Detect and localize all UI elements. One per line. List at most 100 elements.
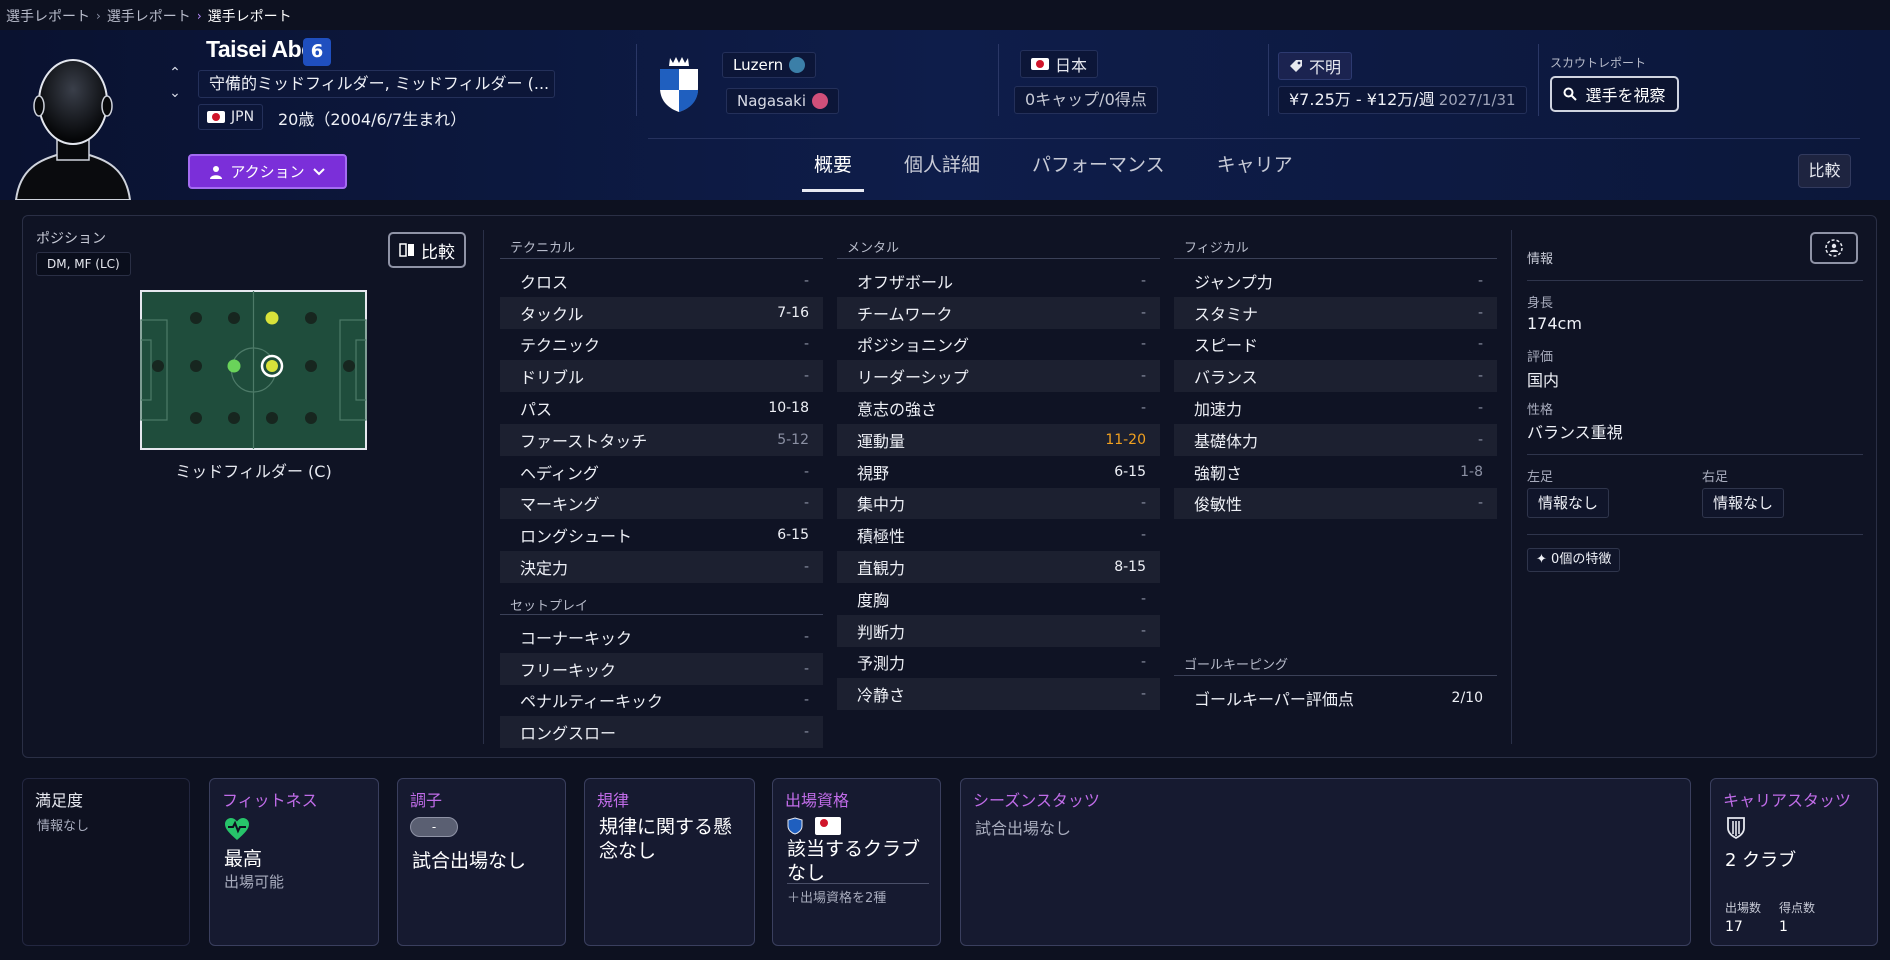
pitch-caption: ミッドフィルダー (C) bbox=[175, 462, 332, 481]
attribute-row[interactable]: フリーキック - bbox=[500, 652, 823, 685]
pitch-slot bbox=[228, 412, 240, 424]
chevron-down-icon[interactable]: ⌄ bbox=[166, 84, 184, 102]
divider bbox=[1538, 44, 1539, 116]
attribute-row[interactable]: 冷静さ - bbox=[837, 678, 1160, 711]
attribute-row[interactable]: ポジショニング - bbox=[837, 329, 1160, 361]
attribute-row[interactable]: リーダーシップ - bbox=[837, 360, 1160, 393]
loan-club-chip[interactable]: Nagasaki bbox=[726, 88, 839, 114]
club-crest-icon[interactable] bbox=[656, 54, 702, 114]
mental-title: メンタル bbox=[837, 233, 1160, 259]
attribute-row[interactable]: チームワーク - bbox=[837, 296, 1160, 329]
attribute-row[interactable]: 積極性 - bbox=[837, 519, 1160, 551]
attribute-row[interactable]: 運動量 11-20 bbox=[837, 423, 1160, 456]
attribute-row[interactable]: スタミナ - bbox=[1174, 296, 1497, 329]
attribute-row[interactable]: 俊敏性 - bbox=[1174, 487, 1497, 520]
mental-list: オフザボール - チームワーク - ポジショニング - リーダーシップ - 意志の強さ - 運動量 1… bbox=[837, 265, 1160, 711]
pitch-position-accomplished bbox=[265, 311, 279, 325]
attribute-row[interactable]: パス 10-18 bbox=[500, 392, 823, 424]
scout-player-button[interactable]: 選手を視察 bbox=[1550, 76, 1679, 112]
attribute-row[interactable]: クロス - bbox=[500, 265, 823, 297]
physical-list: ジャンプ力 - スタミナ - スピード - バランス - 加速力 - 基礎体力 - 強靭さ 1-8 俊敏性 - bbox=[1174, 265, 1497, 520]
satisfaction-value: 情報なし bbox=[37, 819, 90, 834]
fitness-card[interactable]: フィットネス 最高 出場可能 bbox=[209, 778, 379, 946]
attribute-row[interactable]: 決定力 - bbox=[500, 551, 823, 583]
attribute-row[interactable]: 意志の強さ - bbox=[837, 392, 1160, 424]
attribute-row[interactable]: ヘディング - bbox=[500, 456, 823, 488]
tab-overview[interactable]: 概要 bbox=[802, 150, 865, 192]
satisfaction-card[interactable]: 満足度 情報なし bbox=[22, 778, 190, 946]
attribute-row[interactable]: 度胸 - bbox=[837, 583, 1160, 615]
compare-button[interactable]: 比較 bbox=[1798, 154, 1851, 188]
attribute-row[interactable]: 集中力 - bbox=[837, 487, 1160, 520]
current-club-chip[interactable]: Luzern bbox=[722, 52, 817, 78]
nationality-chip[interactable]: JPN bbox=[198, 104, 264, 130]
fitness-title: フィットネス bbox=[222, 791, 318, 810]
attribute-row[interactable]: 予測力 - bbox=[837, 647, 1160, 679]
attribute-row[interactable]: 加速力 - bbox=[1174, 392, 1497, 424]
value-chip[interactable]: 不明 bbox=[1278, 52, 1353, 80]
attribute-value: - bbox=[1140, 622, 1146, 639]
attribute-value: 5-12 bbox=[777, 431, 809, 448]
pitch-slot bbox=[190, 312, 202, 324]
discipline-value: 規律に関する懸念なし bbox=[599, 816, 733, 862]
attribute-row[interactable]: ロングシュート 6-15 bbox=[500, 519, 823, 551]
attribute-row[interactable]: 判断力 - bbox=[837, 614, 1160, 647]
attribute-value: - bbox=[803, 272, 809, 289]
position-compare-button[interactable]: 比較 bbox=[388, 232, 466, 268]
attribute-row[interactable]: ファーストタッチ 5-12 bbox=[500, 423, 823, 456]
attribute-row[interactable]: タックル 7-16 bbox=[500, 296, 823, 329]
attribute-row[interactable]: ペナルティーキック - bbox=[500, 685, 823, 717]
position-compare-label: 比較 bbox=[421, 242, 455, 263]
attribute-value: 11-20 bbox=[1105, 431, 1146, 448]
tab-career[interactable]: キャリア bbox=[1205, 150, 1305, 192]
form-card[interactable]: 調子 - 試合出場なし bbox=[397, 778, 566, 946]
physical-column: フィジカル ジャンプ力 - スタミナ - スピード - バランス - 加速力 - 基礎体力 - 強靭さ 1… bbox=[1174, 233, 1497, 520]
attribute-name: バランス bbox=[1194, 368, 1258, 388]
fitness-value: 最高 bbox=[224, 848, 263, 870]
satisfaction-title: 満足度 bbox=[35, 791, 84, 810]
attribute-row[interactable]: バランス - bbox=[1174, 360, 1497, 393]
pitch-slot bbox=[228, 312, 240, 324]
attribute-name: リーダーシップ bbox=[857, 368, 969, 388]
attribute-name: パス bbox=[520, 400, 553, 420]
attribute-row[interactable]: ジャンプ力 - bbox=[1174, 265, 1497, 297]
breadcrumb-item[interactable]: 選手レポート bbox=[107, 6, 191, 26]
eligibility-card[interactable]: 出場資格 該当するクラブなし ＋出場資格を2種 bbox=[772, 778, 941, 946]
attribute-row[interactable]: 視野 6-15 bbox=[837, 456, 1160, 488]
attribute-row[interactable]: ドリブル - bbox=[500, 360, 823, 393]
attribute-row[interactable]: オフザボール - bbox=[837, 265, 1160, 297]
goals-value: 1 bbox=[1779, 919, 1788, 935]
country-chip[interactable]: 日本 bbox=[1020, 50, 1099, 78]
position-pitch bbox=[140, 290, 367, 450]
attribute-row[interactable]: ゴールキーパー評価点 2/10 bbox=[1174, 682, 1497, 714]
attribute-row[interactable]: 基礎体力 - bbox=[1174, 423, 1497, 456]
discipline-title: 規律 bbox=[597, 791, 630, 810]
attribute-row[interactable]: テクニック - bbox=[500, 329, 823, 361]
attribute-name: 意志の強さ bbox=[857, 400, 938, 420]
attribute-row[interactable]: コーナーキック - bbox=[500, 621, 823, 653]
player-name: Taisei Abe bbox=[206, 36, 314, 62]
breadcrumb-item[interactable]: 選手レポート bbox=[6, 6, 90, 26]
position-code-chip: DM, MF (LC) bbox=[36, 252, 131, 276]
chevron-up-icon[interactable]: ⌃ bbox=[166, 64, 184, 82]
traits-chip[interactable]: ✦ 0個の特徴 bbox=[1527, 548, 1621, 572]
discipline-card[interactable]: 規律 規律に関する懸念なし bbox=[584, 778, 755, 946]
physical-title: フィジカル bbox=[1174, 233, 1497, 259]
attribute-row[interactable]: 強靭さ 1-8 bbox=[1174, 456, 1497, 488]
season-stats-card[interactable]: シーズンスタッツ 試合出場なし bbox=[960, 778, 1691, 946]
fitness-sub: 出場可能 bbox=[224, 873, 285, 891]
tab-performance[interactable]: パフォーマンス bbox=[1020, 150, 1177, 192]
career-stats-card[interactable]: キャリアスタッツ 2 クラブ 出場数 17 得点数 1 bbox=[1710, 778, 1878, 946]
tab-personal-details[interactable]: 個人詳細 bbox=[892, 150, 992, 192]
attribute-value: - bbox=[803, 660, 809, 677]
attribute-value: 7-16 bbox=[777, 304, 809, 321]
info-settings-button[interactable] bbox=[1810, 232, 1858, 264]
appearances-label: 出場数 bbox=[1725, 901, 1762, 915]
attribute-name: ロングシュート bbox=[520, 527, 633, 547]
attribute-row[interactable]: スピード - bbox=[1174, 329, 1497, 361]
attribute-row[interactable]: マーキング - bbox=[500, 487, 823, 520]
attribute-row[interactable]: 直観力 8-15 bbox=[837, 551, 1160, 583]
action-button[interactable]: アクション bbox=[188, 154, 347, 189]
attribute-row[interactable]: ロングスロー - bbox=[500, 716, 823, 749]
setpiece-title: セットプレイ bbox=[500, 585, 823, 615]
